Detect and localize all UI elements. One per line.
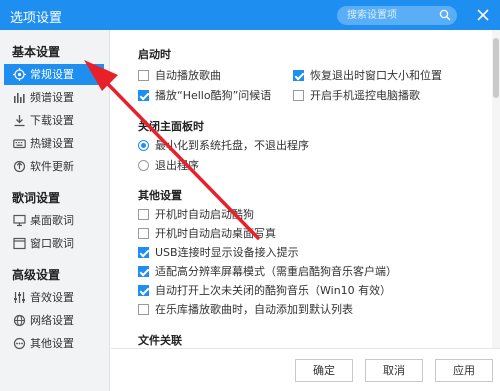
window-lyrics-icon [13,237,26,250]
sidebar-item-download[interactable]: 下载设置 [4,110,104,131]
sidebar-item-sound-effects[interactable]: 音效设置 [4,287,104,308]
settings-panel: 启动时 自动播放歌曲 恢复退出时窗口大小和位置 播放“Hello酷狗”问候语 开… [111,30,491,348]
group-title-other: 其他设置 [138,189,182,202]
checkbox-restore-window[interactable] [293,70,304,81]
option-label: 恢复退出时窗口大小和位置 [310,69,442,82]
keyboard-icon [13,139,26,149]
sidebar-item-general[interactable]: 常规设置 [4,64,104,85]
network-icon [13,314,26,327]
option-phone-remote[interactable]: 开启手机遥控电脑播歌 [293,88,420,104]
sidebar-item-label: 网络设置 [30,314,74,327]
sidebar-item-network[interactable]: 网络设置 [4,310,104,331]
more-icon [13,337,26,350]
checkbox-add-to-default-list[interactable] [138,304,149,315]
window-title: 选项设置 [10,11,63,26]
sidebar-item-desktop-lyrics[interactable]: 桌面歌词 [4,210,104,231]
sidebar: 基本设置 常规设置 频谱设置 下载设置 热键设置 软件更新 歌词设置 桌面歌词 … [0,30,110,391]
sidebar-item-other[interactable]: 其他设置 [4,333,104,354]
option-label: 自动打开上次未关闭的酷狗音乐（Win10 有效） [155,284,392,297]
option-label: 开机时自动启动酷狗 [155,208,254,221]
desktop-lyrics-icon [13,214,26,227]
option-label: 开机时自动启动桌面写真 [155,227,276,240]
sidebar-item-update[interactable]: 软件更新 [4,156,104,177]
option-hello-greeting[interactable]: 播放“Hello酷狗”问候语 [138,88,271,104]
close-icon[interactable] [474,6,492,24]
sidebar-section-basic: 基本设置 [12,45,61,59]
option-label: 播放“Hello酷狗”问候语 [155,89,272,102]
radio-minimize-to-tray[interactable] [138,140,149,151]
sidebar-item-label: 其他设置 [30,337,74,350]
option-autoplay[interactable]: 自动播放歌曲 [138,68,221,84]
option-boot-start[interactable]: 开机时自动启动酷狗 [138,207,254,223]
spectrum-icon [14,93,25,103]
option-minimize-to-tray[interactable]: 最小化到系统托盘，不退出程序 [138,138,309,154]
checkbox-boot-start[interactable] [138,209,149,220]
option-label: USB连接时显示设备接入提示 [155,246,299,259]
checkbox-high-dpi[interactable] [138,266,149,277]
apply-button[interactable]: 应用 [435,359,493,382]
option-label: 自动播放歌曲 [155,69,221,82]
option-label: 开启手机遥控电脑播歌 [310,89,420,102]
option-usb-prompt[interactable]: USB连接时显示设备接入提示 [138,245,299,261]
sidebar-item-label: 常规设置 [30,68,74,81]
option-label: 最小化到系统托盘，不退出程序 [155,139,309,152]
checkbox-usb-prompt[interactable] [138,247,149,258]
option-label: 在乐库播放歌曲时，自动添加到默认列表 [155,303,353,316]
scrollbar-thumb[interactable] [493,38,499,98]
radio-exit-program[interactable] [138,160,149,171]
checkbox-phone-remote[interactable] [293,90,304,101]
sidebar-item-spectrum[interactable]: 频谱设置 [4,87,104,108]
option-label: 退出程序 [155,159,199,172]
option-exit-program[interactable]: 退出程序 [138,158,199,174]
ok-button[interactable]: 确定 [295,359,353,382]
sidebar-item-label: 热键设置 [30,137,74,150]
option-auto-reopen[interactable]: 自动打开上次未关闭的酷狗音乐（Win10 有效） [138,283,391,299]
search-icon[interactable] [439,9,451,21]
dialog-footer: 确定 取消 应用 [111,348,500,391]
checkbox-autoplay[interactable] [138,70,149,81]
sidebar-item-label: 下载设置 [30,114,74,127]
group-title-startup: 启动时 [138,48,171,61]
option-restore-window[interactable]: 恢复退出时窗口大小和位置 [293,68,442,84]
target-icon [13,68,26,81]
sidebar-item-label: 窗口歌词 [30,237,74,250]
search-input[interactable]: 搜索设置项 [337,6,457,25]
checkbox-boot-desktop-photo[interactable] [138,228,149,239]
option-add-to-default-list[interactable]: 在乐库播放歌曲时，自动添加到默认列表 [138,302,353,318]
sidebar-item-window-lyrics[interactable]: 窗口歌词 [4,233,104,254]
equalizer-icon [14,292,25,303]
sidebar-item-label: 音效设置 [30,291,74,304]
title-bar: 选项设置 搜索设置项 [0,0,500,30]
group-title-close-panel: 关闭主面板时 [138,120,204,133]
search-placeholder: 搜索设置项 [347,10,397,21]
option-high-dpi[interactable]: 适配高分辨率屏幕模式（需重启酷狗音乐客户端） [138,264,397,280]
download-icon [14,115,25,127]
sidebar-item-hotkeys[interactable]: 热键设置 [4,133,104,154]
option-boot-desktop-photo[interactable]: 开机时自动启动桌面写真 [138,226,276,242]
option-label: 适配高分辨率屏幕模式（需重启酷狗音乐客户端） [155,265,397,278]
sidebar-section-advanced: 高级设置 [12,268,61,282]
update-icon [13,160,26,173]
sidebar-item-label: 软件更新 [30,160,74,173]
sidebar-item-label: 频谱设置 [30,91,74,104]
sidebar-item-label: 桌面歌词 [30,214,74,227]
scrollbar[interactable] [492,30,500,348]
cancel-button[interactable]: 取消 [365,359,423,382]
checkbox-hello-greeting[interactable] [138,90,149,101]
group-title-file-association: 文件关联 [138,334,182,347]
checkbox-auto-reopen[interactable] [138,285,149,296]
sidebar-section-lyrics: 歌词设置 [12,191,61,205]
